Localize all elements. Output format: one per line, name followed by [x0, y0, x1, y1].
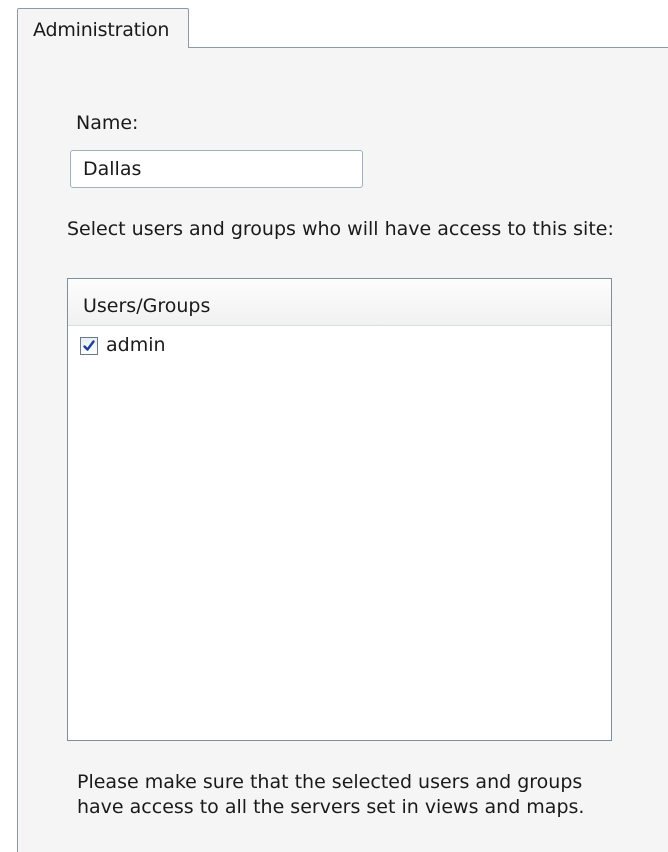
administration-dialog: Administration Name: Select users and gr…	[0, 0, 668, 852]
tab-administration-label: Administration	[33, 19, 170, 41]
name-label: Name:	[76, 112, 139, 134]
access-note: Please make sure that the selected users…	[77, 770, 637, 820]
tab-strip: Administration	[0, 0, 668, 48]
access-prompt-label: Select users and groups who will have ac…	[67, 218, 614, 240]
checkmark-icon	[83, 340, 95, 351]
name-input[interactable]	[70, 150, 363, 188]
admin-checkbox[interactable]	[80, 337, 98, 355]
users-groups-list[interactable]: Users/Groups admin	[67, 278, 612, 741]
tab-administration[interactable]: Administration	[17, 8, 189, 48]
access-note-line-2: have access to all the servers set in vi…	[77, 796, 585, 818]
list-item[interactable]: admin	[68, 334, 611, 366]
list-item-label: admin	[106, 334, 166, 356]
column-header-users-groups[interactable]: Users/Groups	[68, 279, 611, 326]
column-header-label: Users/Groups	[83, 295, 211, 317]
access-note-line-1: Please make sure that the selected users…	[77, 771, 583, 793]
